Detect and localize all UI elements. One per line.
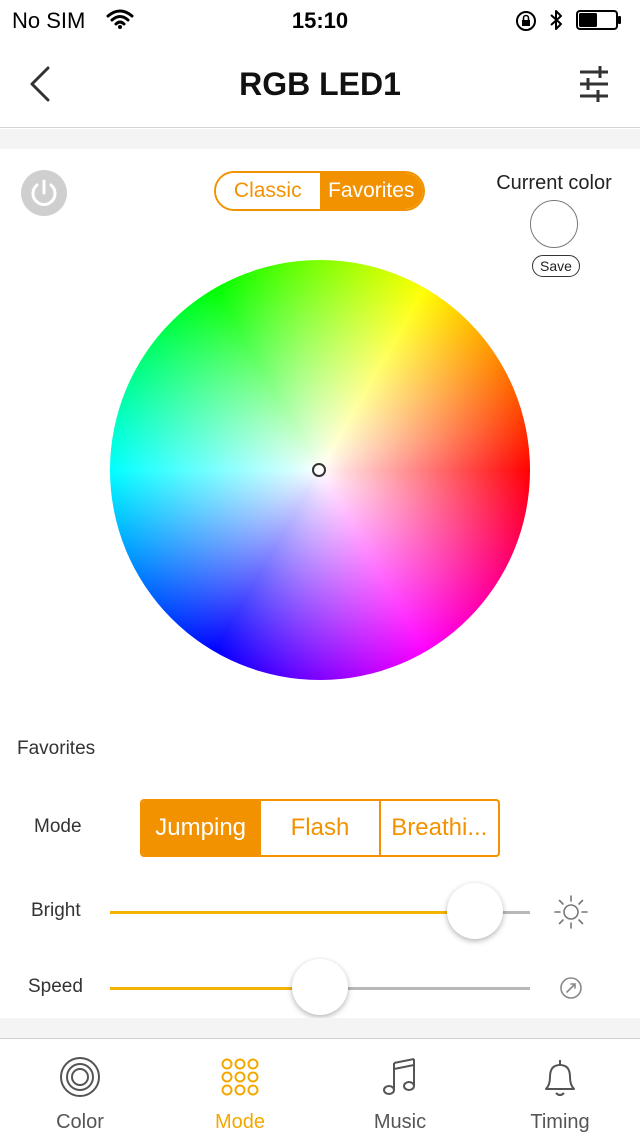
- current-color-swatch: [530, 200, 578, 248]
- bluetooth-icon: [550, 10, 562, 30]
- mode-option-breathing[interactable]: Breathi...: [378, 801, 498, 855]
- tab-music-label: Music: [373, 1111, 427, 1133]
- tab-mode-label: Mode: [214, 1111, 266, 1133]
- status-time: 15:10: [291, 8, 349, 33]
- mode-option-jumping[interactable]: Jumping: [142, 801, 260, 855]
- mode-selector: Jumping Flash Breathi...: [140, 799, 500, 857]
- save-button[interactable]: Save: [532, 255, 580, 277]
- sun-icon: [554, 895, 588, 929]
- rotation-lock-icon: [516, 11, 536, 31]
- power-icon: [31, 179, 57, 206]
- section-divider: [0, 129, 640, 149]
- section-divider-bottom: [0, 1018, 640, 1038]
- mode-option-flash[interactable]: Flash: [259, 801, 378, 855]
- speed-slider-thumb[interactable]: [292, 959, 348, 1015]
- bell-icon: [545, 1060, 575, 1096]
- bright-slider-fill: [110, 911, 476, 914]
- tab-timing-label: Timing: [530, 1111, 590, 1133]
- dot-grid-icon: [221, 1058, 259, 1096]
- sliders-settings-icon[interactable]: [576, 64, 612, 104]
- speedometer-icon: [560, 977, 582, 999]
- tab-favorites[interactable]: Favorites: [319, 173, 423, 209]
- tab-music[interactable]: Music: [320, 1039, 480, 1136]
- mode-label: Mode: [34, 816, 82, 837]
- nav-bar: RGB LED1: [0, 40, 640, 128]
- power-button[interactable]: [21, 170, 67, 216]
- music-note-icon: [383, 1058, 415, 1095]
- favorites-heading: Favorites: [17, 738, 96, 759]
- tab-mode[interactable]: Mode: [160, 1039, 320, 1136]
- current-color-label: Current color: [496, 172, 612, 194]
- color-mode-tabs: Classic Favorites: [214, 171, 425, 211]
- page-title: RGB LED1: [239, 66, 401, 102]
- bright-label: Bright: [31, 900, 81, 921]
- bright-slider-thumb[interactable]: [447, 883, 504, 939]
- speed-label: Speed: [28, 976, 83, 997]
- tab-color[interactable]: Color: [0, 1039, 160, 1136]
- concentric-circles-icon: [60, 1057, 100, 1097]
- speed-slider-fill: [110, 987, 320, 990]
- color-wheel-handle[interactable]: [312, 463, 326, 477]
- tab-bar: Color Mode Music Timing: [0, 1038, 640, 1136]
- tab-timing[interactable]: Timing: [480, 1039, 640, 1136]
- battery-icon: [576, 10, 621, 30]
- tab-color-label: Color: [56, 1111, 104, 1133]
- status-bar: No SIM 15:10: [0, 0, 640, 40]
- tab-classic[interactable]: Classic: [216, 173, 320, 209]
